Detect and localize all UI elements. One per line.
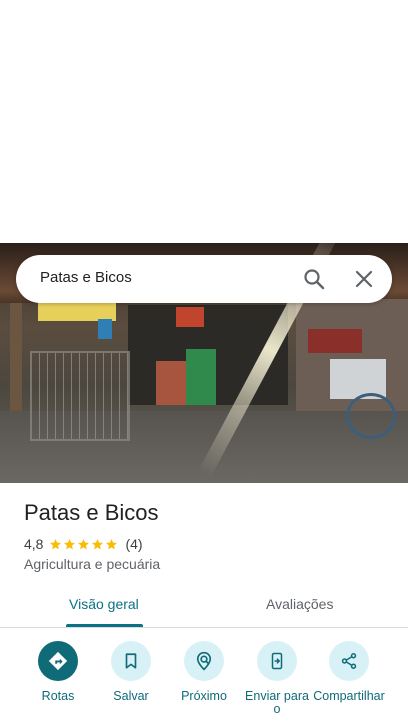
rating-row[interactable]: 4,8 (4): [24, 536, 143, 552]
map-area-blank: [0, 0, 408, 243]
place-category: Agricultura e pecuária: [24, 556, 161, 572]
star-rating: [49, 538, 119, 551]
routes-label: Rotas: [41, 689, 75, 703]
search-input[interactable]: Patas e Bicos: [40, 269, 132, 286]
tab-overview[interactable]: Visão geral: [69, 596, 139, 612]
rating-value: 4,8: [24, 536, 44, 552]
nearby-button[interactable]: Próximo: [168, 641, 240, 703]
save-button[interactable]: Salvar: [95, 641, 167, 703]
tab-reviews[interactable]: Avaliações: [266, 596, 333, 612]
share-label: Compartilhar: [313, 689, 385, 703]
nearby-label: Próximo: [181, 689, 227, 703]
save-label: Salvar: [113, 689, 149, 703]
directions-icon: [48, 651, 68, 671]
send-to-phone-icon: [271, 652, 283, 670]
routes-button[interactable]: Rotas: [22, 641, 94, 703]
send-to-phone-label: Enviar para o: [245, 689, 309, 716]
search-icon[interactable]: [302, 267, 326, 291]
tab-bar: Visão geral Avaliações: [0, 590, 408, 628]
search-bar[interactable]: Patas e Bicos: [16, 255, 392, 303]
share-icon: [341, 653, 357, 669]
star-icon: [106, 538, 118, 549]
bookmark-icon: [125, 653, 137, 669]
star-icon: [64, 538, 76, 549]
action-bar: Rotas Salvar Próximo Enviar para o Compa…: [0, 641, 408, 726]
share-button[interactable]: Compartilhar: [313, 641, 385, 703]
nearby-icon: [196, 651, 212, 671]
close-icon[interactable]: [352, 267, 376, 291]
review-count[interactable]: (4): [125, 536, 142, 552]
star-icon: [92, 538, 104, 549]
send-to-phone-button[interactable]: Enviar para o: [241, 641, 313, 716]
tab-selected-indicator: [66, 624, 143, 627]
star-icon: [50, 538, 62, 549]
star-icon: [78, 538, 90, 549]
place-title: Patas e Bicos: [24, 500, 159, 525]
